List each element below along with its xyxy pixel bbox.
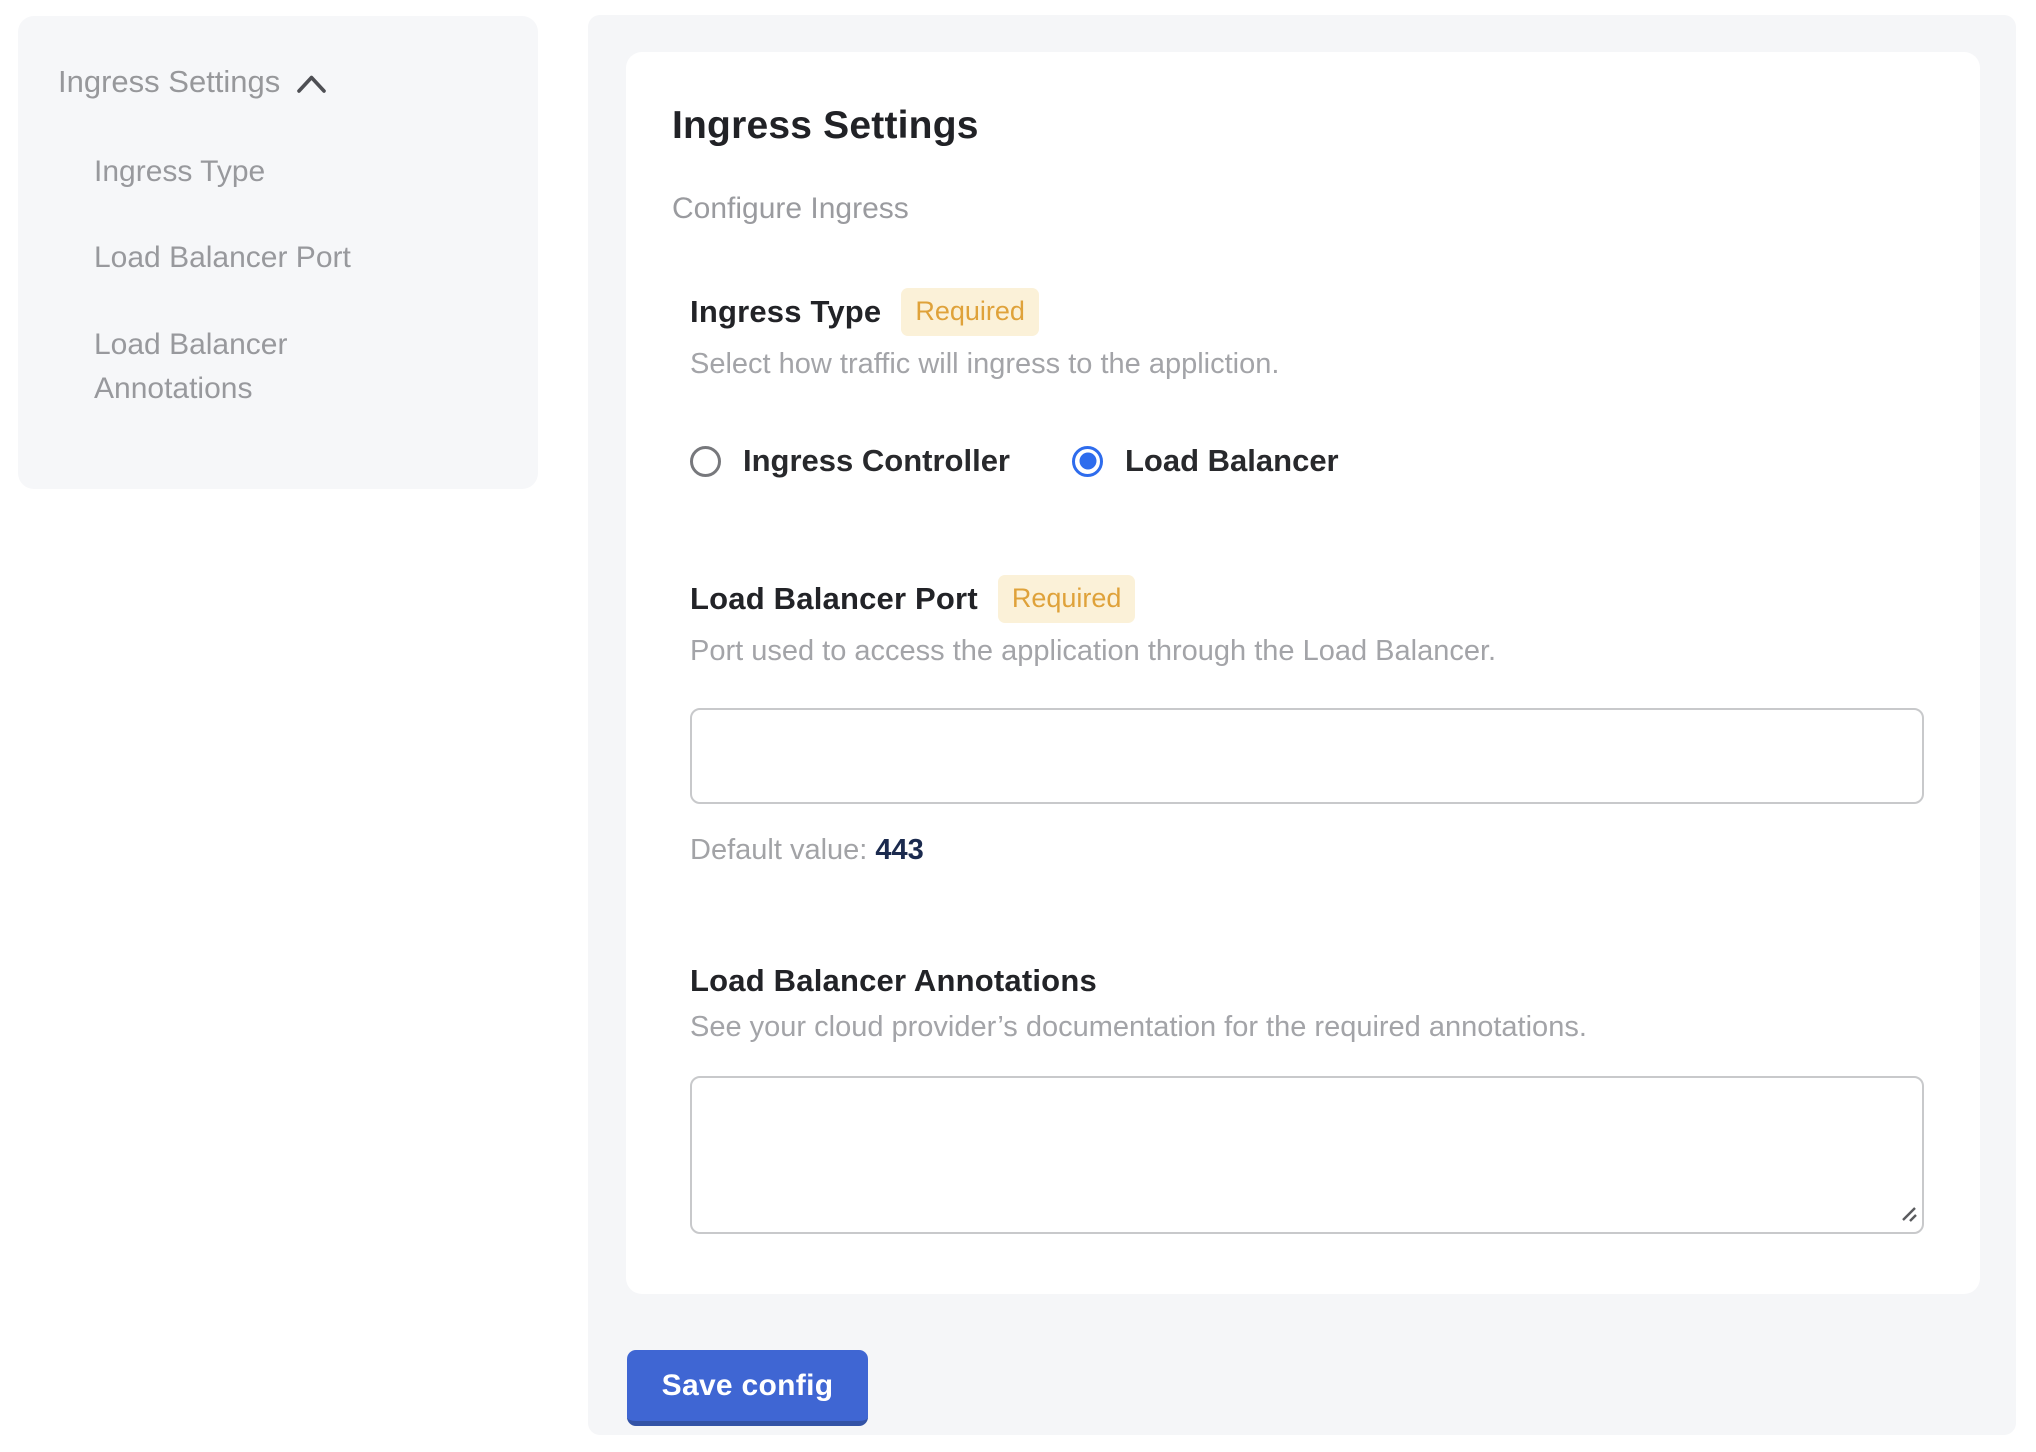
default-value-label: Default value: — [690, 834, 867, 866]
section-label-load-balancer-annotations: Load Balancer Annotations — [690, 963, 1097, 999]
section-description-ingress-type: Select how traffic will ingress to the a… — [690, 348, 1924, 381]
section-load-balancer-annotations: Load Balancer Annotations See your cloud… — [690, 963, 1924, 1234]
section-ingress-type: Ingress Type Required Select how traffic… — [690, 288, 1924, 479]
save-config-button[interactable]: Save config — [627, 1350, 868, 1426]
required-badge: Required — [998, 575, 1136, 623]
required-badge: Required — [901, 288, 1039, 336]
section-description-load-balancer-annotations: See your cloud provider’s documentation … — [690, 1011, 1924, 1044]
settings-panel: Ingress Settings Configure Ingress Ingre… — [588, 15, 2016, 1435]
radio-label-ingress-controller: Ingress Controller — [743, 443, 1010, 479]
load-balancer-annotations-textarea[interactable] — [690, 1076, 1924, 1234]
section-load-balancer-port: Load Balancer Port Required Port used to… — [690, 575, 1924, 867]
sidebar-item-load-balancer-port[interactable]: Load Balancer Port — [94, 236, 404, 280]
load-balancer-port-input[interactable] — [690, 708, 1924, 804]
radio-option-ingress-controller[interactable]: Ingress Controller — [690, 443, 1010, 479]
page-subtitle: Configure Ingress — [672, 192, 1924, 226]
annotations-textarea-wrap — [690, 1076, 1924, 1234]
chevron-up-icon — [296, 66, 327, 102]
default-value-note: Default value:443 — [690, 834, 1924, 867]
ingress-settings-card: Ingress Settings Configure Ingress Ingre… — [626, 52, 1980, 1294]
default-value: 443 — [875, 834, 923, 866]
section-description-load-balancer-port: Port used to access the application thro… — [690, 635, 1924, 668]
sidebar-group-ingress-settings[interactable]: Ingress Settings — [58, 62, 498, 102]
sidebar-item-list: Ingress Type Load Balancer Port Load Bal… — [58, 150, 498, 412]
radio-circle-icon[interactable] — [1072, 446, 1103, 477]
radio-option-load-balancer[interactable]: Load Balancer — [1072, 443, 1339, 479]
ingress-type-radio-group: Ingress Controller Load Balancer — [690, 443, 1924, 479]
radio-label-load-balancer: Load Balancer — [1125, 443, 1339, 479]
settings-sidebar: Ingress Settings Ingress Type Load Balan… — [18, 16, 538, 489]
section-label-load-balancer-port: Load Balancer Port — [690, 581, 978, 617]
sidebar-item-ingress-type[interactable]: Ingress Type — [94, 150, 404, 194]
resize-handle-icon[interactable] — [1899, 1204, 1919, 1229]
page-title: Ingress Settings — [672, 104, 1924, 148]
section-label-ingress-type: Ingress Type — [690, 294, 881, 330]
radio-circle-icon[interactable] — [690, 446, 721, 477]
sidebar-group-label: Ingress Settings — [58, 64, 280, 100]
sidebar-item-load-balancer-annotations[interactable]: Load Balancer Annotations — [94, 323, 404, 412]
